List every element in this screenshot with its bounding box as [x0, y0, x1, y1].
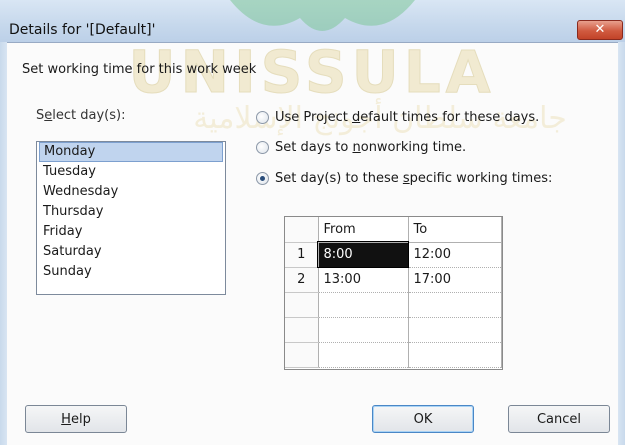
help-button[interactable]: Help [25, 405, 127, 433]
column-header-from: From [318, 217, 409, 243]
working-times-grid[interactable]: From To 1 8:00 12:00 2 13:00 17:00 [284, 216, 503, 370]
cell-from[interactable]: 13:00 [318, 267, 409, 293]
cell-from[interactable] [318, 292, 409, 318]
grid-header-row: From To [285, 217, 502, 243]
day-item-sunday[interactable]: Sunday [39, 262, 223, 282]
cell-from[interactable] [318, 317, 409, 343]
cell-to[interactable] [408, 342, 502, 368]
day-item-tuesday[interactable]: Tuesday [39, 162, 223, 182]
cell-to[interactable]: 17:00 [408, 267, 502, 293]
grid-corner [285, 217, 319, 243]
cancel-button[interactable]: Cancel [508, 405, 610, 433]
row-number [285, 342, 319, 368]
ok-button[interactable]: OK [372, 405, 474, 433]
option-default-times[interactable]: Use Project default times for these days… [256, 107, 539, 127]
row-number: 2 [285, 267, 319, 293]
cancel-label: Cancel [536, 411, 582, 427]
window-title: Details for '[Default]' [9, 22, 156, 38]
cell-from[interactable]: 8:00 [317, 241, 409, 268]
radio-default-times[interactable] [256, 110, 269, 124]
details-dialog: Details for '[Default]' ✕ UNISSULA جامعة… [0, 0, 625, 445]
day-item-friday[interactable]: Friday [39, 222, 223, 242]
close-icon: ✕ [594, 22, 606, 37]
table-row [285, 317, 502, 343]
cell-to[interactable] [408, 292, 502, 318]
select-days-label: Select day(s): [36, 108, 126, 123]
cell-to[interactable] [408, 317, 502, 343]
table-row: 1 8:00 12:00 [285, 241, 502, 268]
table-row [285, 342, 502, 368]
window-frame-right [618, 42, 625, 445]
option-specific-times-label: Set day(s) to these specific working tim… [275, 170, 553, 186]
day-item-saturday[interactable]: Saturday [39, 242, 223, 262]
help-accel-key: H [61, 411, 71, 427]
radio-specific-times[interactable] [256, 171, 269, 185]
day-item-monday[interactable]: Monday [39, 142, 223, 162]
option-default-times-label: Use Project default times for these days… [275, 109, 540, 125]
dialog-heading: Set working time for this work week [22, 62, 257, 77]
row-number: 1 [285, 242, 319, 268]
radio-nonworking[interactable] [256, 140, 269, 154]
option-nonworking[interactable]: Set days to nonworking time. [256, 137, 466, 157]
option-specific-times[interactable]: Set day(s) to these specific working tim… [256, 168, 552, 188]
cell-from[interactable] [318, 342, 409, 368]
row-number [285, 317, 319, 343]
day-item-wednesday[interactable]: Wednesday [39, 182, 223, 202]
ok-label: OK [413, 411, 433, 427]
day-item-thursday[interactable]: Thursday [39, 202, 223, 222]
day-listbox[interactable]: Monday Tuesday Wednesday Thursday Friday… [36, 141, 226, 295]
column-header-to: To [408, 217, 502, 243]
option-nonworking-label: Set days to nonworking time. [275, 139, 467, 155]
help-label: elp [70, 411, 91, 427]
cell-to[interactable]: 12:00 [408, 242, 502, 268]
row-number [285, 292, 319, 318]
table-row: 2 13:00 17:00 [285, 267, 502, 293]
close-button[interactable]: ✕ [577, 20, 623, 40]
window-frame-left [0, 42, 7, 445]
table-row [285, 292, 502, 318]
title-bar[interactable]: Details for '[Default]' ✕ [0, 0, 625, 43]
